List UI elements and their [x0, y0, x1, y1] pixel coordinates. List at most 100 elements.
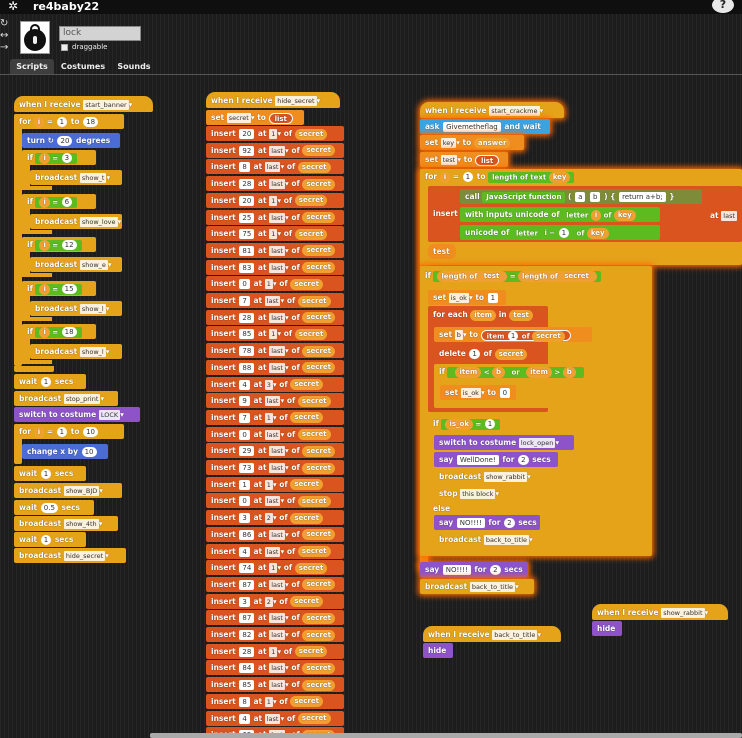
insert-block[interactable]: insert 29 at last ▾ of secret [206, 443, 344, 459]
insert-block[interactable]: insert 8 at last ▾ of secret [206, 159, 344, 175]
gear-icon[interactable]: ✲ [8, 0, 18, 13]
wait-block-3[interactable]: wait 0.5 secs [14, 500, 94, 515]
hat-block[interactable]: when I receive start_banner ▾ [14, 96, 153, 112]
insert-block[interactable]: insert 28 at last ▾ of secret [206, 176, 344, 192]
broadcast-show-4th[interactable]: broadcast show_4th ▾ [14, 516, 118, 531]
set-key-block[interactable]: set key ▾ to answer [420, 135, 524, 150]
unicode-of-row[interactable]: unicode of letter i − 1 of key [460, 225, 660, 240]
call-js-block[interactable]: call JavaScript function ( a b ) { retur… [460, 189, 702, 204]
hide-block-1[interactable]: hide [423, 643, 453, 658]
ask-block[interactable]: ask Givemetheflag and wait [420, 119, 550, 134]
if-block[interactable]: if i = 3 [22, 150, 96, 165]
insert-block[interactable]: insert 3 at 2 ▾ of secret [206, 510, 344, 526]
switch-lock-open[interactable]: switch to costume lock_open ▾ [434, 435, 574, 450]
test-reporter[interactable]: test [428, 244, 456, 259]
wait-block-2[interactable]: wait 1 secs [14, 466, 86, 481]
insert-block[interactable]: insert 28 at last ▾ of secret [206, 309, 344, 325]
insert-block[interactable]: insert 4 at 3 ▾ of secret [206, 376, 344, 392]
insert-block[interactable]: insert 1 at 1 ▾ of secret [206, 476, 344, 492]
insert-block[interactable]: insert 8 at 1 ▾ of secret [206, 693, 344, 709]
for-block-2[interactable]: for i = 1 to 10 [14, 424, 124, 439]
for-each-header[interactable]: for each item in test [428, 307, 548, 322]
for-block[interactable]: for i = 1 to 18 [14, 114, 124, 129]
insert-block[interactable]: insert 20 at 1 ▾ of secret [206, 126, 344, 141]
set-b-block[interactable]: set b ▾ to item 1 of secret [434, 327, 592, 342]
delete-block[interactable]: delete 1 of secret [434, 346, 540, 361]
insert-block[interactable]: insert 85 at last ▾ of secret [206, 677, 344, 693]
insert-block[interactable]: insert 9 at last ▾ of secret [206, 393, 344, 409]
rotate-icon[interactable]: ↻ [0, 18, 15, 30]
insert-block[interactable]: insert 0 at last ▾ of secret [206, 493, 344, 509]
insert-block[interactable]: insert 7 at last ▾ of secret [206, 293, 344, 308]
insert-block[interactable]: insert 28 at 1 ▾ of secret [206, 643, 344, 659]
insert-block[interactable]: insert 81 at last ▾ of secret [206, 242, 344, 258]
if-length-header[interactable]: if length of test = length of secret [420, 268, 650, 283]
insert-block[interactable]: insert 84 at last ▾ of secret [206, 660, 344, 676]
insert-block[interactable]: insert 4 at last ▾ of secret [206, 543, 344, 559]
insert-block[interactable]: insert 87 at last ▾ of secret [206, 576, 344, 592]
hat-block-back-to-title[interactable]: when I receive back_to_title ▾ [423, 626, 561, 642]
help-button[interactable]: ? [712, 0, 734, 13]
tab-costumes[interactable]: Costumes [58, 59, 108, 74]
wait-block[interactable]: wait 1 secs [14, 374, 86, 389]
switch-costume-block[interactable]: switch to costume LOCK ▾ [14, 407, 140, 422]
insert-block[interactable]: insert 7 at 1 ▾ of secret [206, 409, 344, 425]
set-test-block[interactable]: set test ▾ to list [420, 152, 508, 167]
with-inputs-row[interactable]: with inputs unicode of letter i of key [460, 207, 660, 222]
broadcast-block[interactable]: broadcast show_l ▾ [30, 344, 122, 359]
insert-block[interactable]: insert 92 at last ▾ of secret [206, 142, 344, 158]
broadcast-show-rabbit[interactable]: broadcast show_rabbit ▾ [434, 469, 544, 484]
broadcast-hide-secret[interactable]: broadcast hide_secret ▾ [14, 548, 126, 563]
if-block[interactable]: if i = 12 [22, 237, 96, 252]
insert-block[interactable]: insert 86 at last ▾ of secret [206, 526, 344, 542]
broadcast-block[interactable]: broadcast show_t ▾ [30, 170, 122, 185]
if-block[interactable]: if i = 18 [22, 324, 96, 339]
insert-block[interactable]: insert 0 at last ▾ of secret [206, 426, 344, 442]
hide-block-2[interactable]: hide [592, 621, 622, 636]
hat-block-hide-secret[interactable]: when I receive hide_secret ▾ [206, 92, 340, 108]
insert-block[interactable]: insert 25 at last ▾ of secret [206, 209, 344, 225]
set-secret-block[interactable]: set secret ▾ to list [206, 110, 304, 125]
change-x-block[interactable]: change x by 10 [22, 444, 108, 459]
if-or-header[interactable]: if item < b or item > b [434, 364, 644, 379]
insert-block[interactable]: insert 87 at last ▾ of secret [206, 610, 344, 626]
insert-block[interactable]: insert 74 at 1 ▾ of secret [206, 560, 344, 576]
insert-block[interactable]: insert 82 at last ▾ of secret [206, 627, 344, 642]
if-block[interactable]: if i = 6 [22, 194, 96, 209]
insert-block[interactable]: insert 83 at last ▾ of secret [206, 259, 344, 275]
say-no[interactable]: say NO!!!! for 2 secs [434, 515, 540, 530]
broadcast-block[interactable]: broadcast show_love ▾ [30, 214, 122, 229]
tab-scripts[interactable]: Scripts [10, 59, 54, 74]
wait-block-4[interactable]: wait 1 secs [14, 532, 86, 547]
set-is-ok-zero[interactable]: set is_ok ▾ to 0 [440, 385, 516, 400]
tab-sounds[interactable]: Sounds [112, 59, 156, 74]
broadcast-show-bjd[interactable]: broadcast show_BJD ▾ [14, 483, 122, 498]
flip-icon[interactable]: ↔ [0, 30, 15, 42]
if-is-ok-header[interactable]: if is_ok = 1 [428, 416, 528, 431]
for-length-block[interactable]: for i = 1 to length of text key [420, 169, 610, 184]
broadcast-block[interactable]: broadcast show_e ▾ [30, 257, 122, 272]
set-is-ok-block[interactable]: set is_ok ▾ to 1 [428, 290, 506, 305]
broadcast-block[interactable]: broadcast show_l ▾ [30, 301, 122, 316]
draggable-checkbox[interactable]: ✓ draggable [61, 43, 107, 53]
insert-block[interactable]: insert 88 at last ▾ of secret [206, 359, 344, 375]
say-no-outer[interactable]: say NO!!!! for 2 secs [420, 562, 528, 577]
insert-block[interactable]: insert 3 at 2 ▾ of secret [206, 593, 344, 609]
insert-block[interactable]: insert 85 at 1 ▾ of secret [206, 326, 344, 342]
stop-block[interactable]: stop this block ▾ [434, 486, 520, 501]
at-last[interactable]: at last [705, 208, 742, 223]
turn-block[interactable]: turn ↻ 20 degrees [22, 133, 120, 148]
broadcast-back-to-title-outer[interactable]: broadcast back_to_title ▾ [420, 579, 534, 594]
horizontal-scrollbar[interactable] [150, 733, 742, 738]
no-rotate-icon[interactable]: → [0, 42, 15, 54]
broadcast-back-to-title[interactable]: broadcast back_to_title ▾ [434, 532, 546, 547]
insert-block[interactable]: insert 73 at last ▾ of secret [206, 460, 344, 475]
insert-block[interactable]: insert 0 at 1 ▾ of secret [206, 276, 344, 292]
say-welldone[interactable]: say WellDone! for 2 secs [434, 452, 558, 467]
insert-block[interactable]: insert 4 at last ▾ of secret [206, 710, 344, 726]
insert-block[interactable]: insert 75 at 1 ▾ of secret [206, 226, 344, 242]
broadcast-stop-print[interactable]: show_tbroadcast stop_print▾ [14, 391, 118, 406]
insert-block[interactable]: insert 20 at 1 ▾ of secret [206, 192, 344, 208]
if-block[interactable]: if i = 15 [22, 281, 96, 296]
hat-block-show-rabbit[interactable]: when I receive show_rabbit ▾ [592, 604, 728, 620]
